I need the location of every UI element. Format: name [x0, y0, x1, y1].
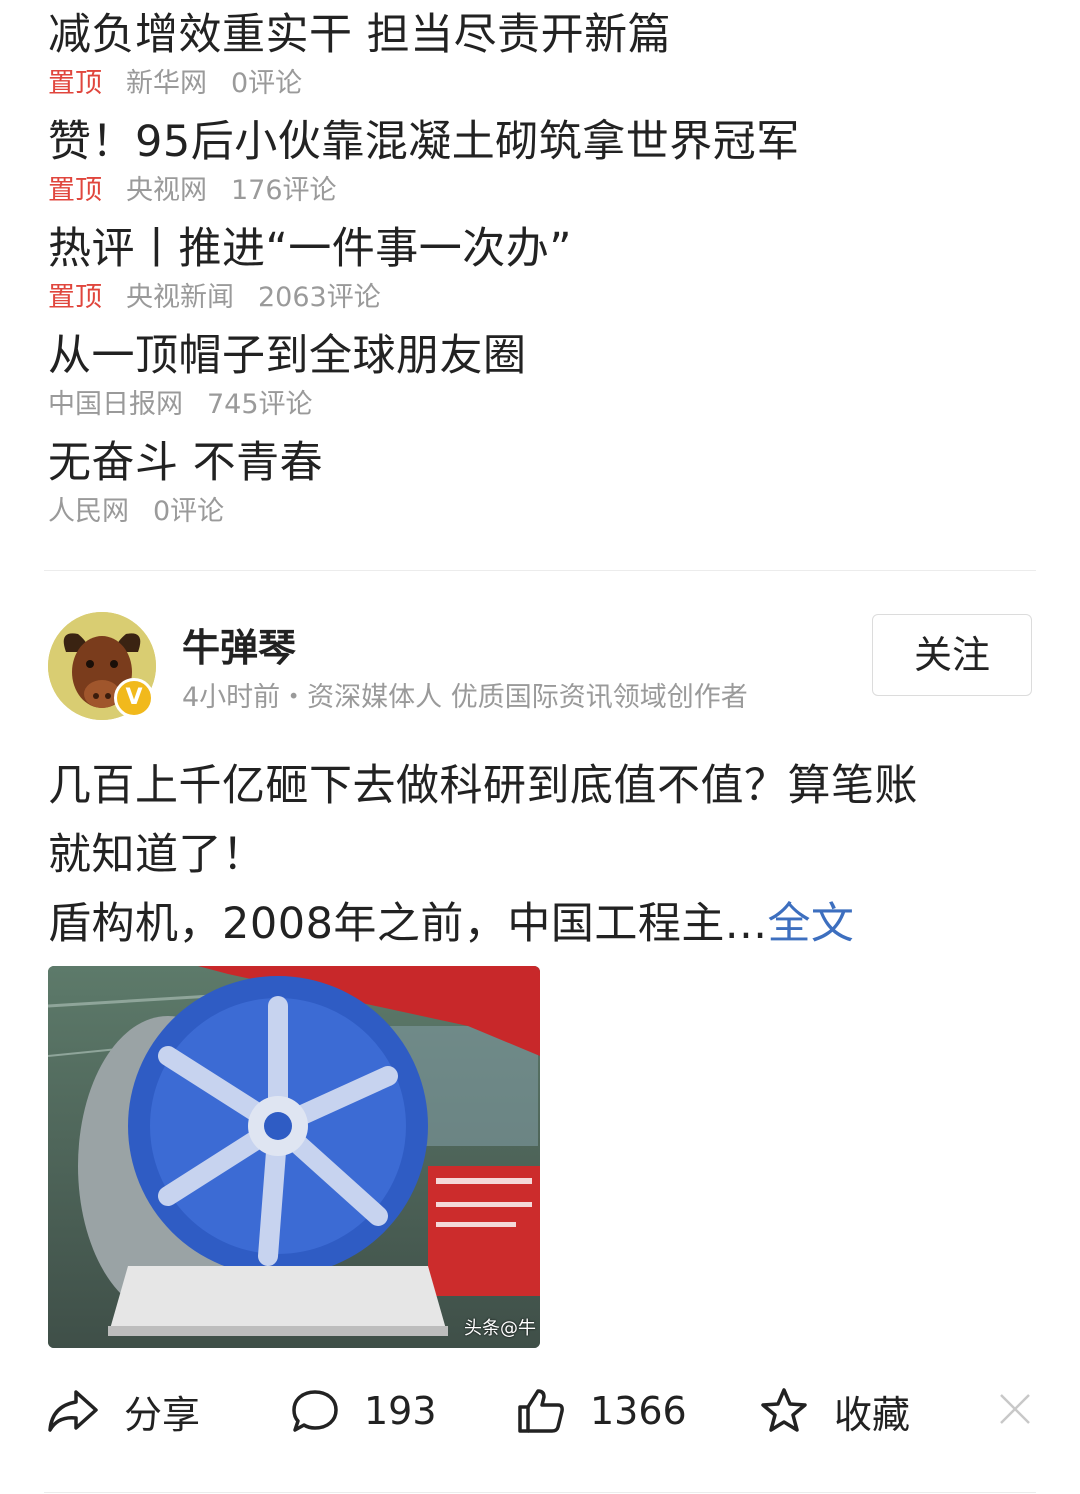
pinned-badge: 置顶 [48, 68, 102, 99]
section-divider [44, 570, 1036, 571]
news-item[interactable]: 减负增效重实干 担当尽责开新篇 置顶 新华网 0评论 [48, 6, 1038, 113]
post-text-line: 盾构机，2008年之前，中国工程主...全文 [48, 890, 1038, 959]
news-list: 减负增效重实干 担当尽责开新篇 置顶 新华网 0评论 赞！95后小伙靠混凝土砌筑拿世… [48, 6, 1038, 541]
verified-badge: V [114, 678, 154, 718]
favorite-label: 收藏 [834, 1392, 911, 1437]
news-item[interactable]: 热评丨推进“一件事一次办” 置顶 央视新闻 2063评论 [48, 220, 1038, 327]
tunnel-boring-machine-image [48, 966, 540, 1348]
like-button[interactable]: 1366 [516, 1380, 687, 1442]
thumbs-up-icon [518, 1389, 564, 1433]
comment-button[interactable]: 193 [290, 1380, 437, 1442]
image-watermark: 头条@牛 [464, 1318, 536, 1339]
news-title[interactable]: 赞！95后小伙靠混凝土砌筑拿世界冠军 [48, 113, 1038, 171]
news-item[interactable]: 从一顶帽子到全球朋友圈 中国日报网 745评论 [48, 327, 1038, 434]
news-meta: 置顶 央视新闻 2063评论 [48, 280, 1038, 316]
news-item[interactable]: 赞！95后小伙靠混凝土砌筑拿世界冠军 置顶 央视网 176评论 [48, 113, 1038, 220]
favorite-button[interactable]: 收藏 [758, 1380, 910, 1442]
full-text-link[interactable]: 全文 [767, 899, 854, 949]
share-label: 分享 [124, 1392, 201, 1437]
news-source: 中国日报网 [48, 389, 183, 420]
comment-count: 193 [364, 1389, 437, 1433]
pinned-badge: 置顶 [48, 175, 102, 206]
news-comment-count: 176评论 [231, 175, 337, 206]
comment-icon [292, 1390, 338, 1432]
news-meta: 置顶 新华网 0评论 [48, 66, 1038, 102]
post-text-line: 几百上千亿砸下去做科研到底值不值？算笔账 [48, 761, 918, 811]
author-name[interactable]: 牛弹琴 [182, 622, 296, 674]
news-source: 央视新闻 [126, 282, 234, 313]
news-title[interactable]: 热评丨推进“一件事一次办” [48, 220, 1038, 278]
post-text-line: 就知道了！ [48, 830, 266, 880]
news-meta: 中国日报网 745评论 [48, 387, 1038, 423]
news-meta: 置顶 央视网 176评论 [48, 173, 1038, 209]
post-author-row: V 牛弹琴 4小时前・资深媒体人 优质国际资讯领域创作者 关注 [48, 612, 1032, 722]
news-comment-count: 0评论 [231, 68, 303, 99]
post-body[interactable]: 几百上千亿砸下去做科研到底值不值？算笔账 就知道了！ 盾构机，2008年之前，中… [48, 752, 1038, 959]
news-item[interactable]: 无奋斗 不青春 人民网 0评论 [48, 434, 1038, 541]
pinned-badge: 置顶 [48, 282, 102, 313]
post-text-excerpt: 盾构机，2008年之前，中国工程主... [48, 899, 768, 949]
news-source: 央视网 [126, 175, 207, 206]
close-icon [1000, 1394, 1030, 1424]
bottom-divider [44, 1492, 1036, 1493]
news-title[interactable]: 减负增效重实干 担当尽责开新篇 [48, 6, 1038, 64]
follow-button[interactable]: 关注 [872, 614, 1032, 696]
news-comment-count: 0评论 [153, 496, 225, 527]
like-count: 1366 [590, 1389, 687, 1433]
post-image[interactable]: 头条@牛 [48, 966, 540, 1348]
news-meta: 人民网 0评论 [48, 494, 1038, 530]
author-meta: 4小时前・资深媒体人 优质国际资讯领域创作者 [182, 682, 748, 713]
news-source: 新华网 [126, 68, 207, 99]
news-comment-count: 745评论 [207, 389, 313, 420]
news-title[interactable]: 从一顶帽子到全球朋友圈 [48, 327, 1038, 385]
news-comment-count: 2063评论 [258, 282, 381, 313]
news-title[interactable]: 无奋斗 不青春 [48, 434, 1038, 492]
action-bar: 分享 193 1366 收藏 [44, 1380, 1040, 1442]
share-button[interactable]: 分享 [46, 1380, 200, 1442]
dismiss-button[interactable] [998, 1392, 1032, 1426]
share-icon [48, 1390, 98, 1432]
star-icon [761, 1388, 807, 1432]
news-source: 人民网 [48, 496, 129, 527]
